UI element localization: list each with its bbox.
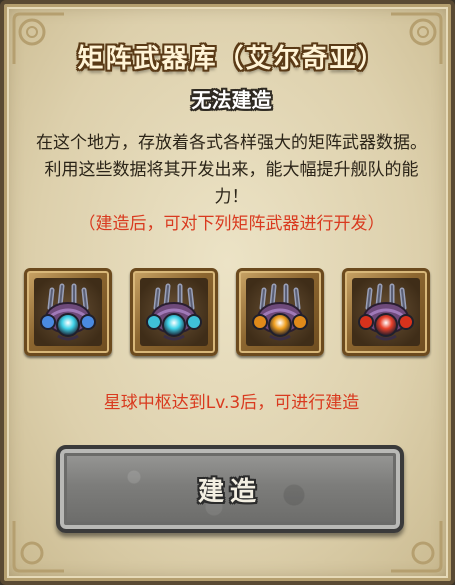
dialog-panel: 矩阵武器库（艾尔奇亚） 无法建造 在这个地方，存放着各式各样强大的矩阵武器数据。…: [0, 0, 455, 585]
matrix-weapon-icon: [40, 283, 96, 341]
build-status-label: 无法建造: [191, 88, 272, 112]
dialog-title: 矩阵武器库（艾尔奇亚）: [77, 44, 386, 74]
matrix-weapon-icon: [252, 283, 308, 341]
weapon-slot[interactable]: [130, 268, 218, 356]
build-button-label: 建造: [197, 476, 262, 507]
matrix-weapon-icon: [358, 283, 414, 341]
weapon-list: [24, 268, 439, 360]
weapon-slot[interactable]: [342, 268, 430, 356]
matrix-weapon-icon: [146, 283, 202, 341]
description-text: 在这个地方，存放着各式各样强大的矩阵武器数据。利用这些数据将其开发出来，能大幅提…: [36, 133, 427, 207]
build-requirement-text: 星球中枢达到Lv.3后，可进行建造: [103, 393, 360, 413]
development-note: （建造后，可对下列矩阵武器进行开发）: [78, 214, 385, 234]
build-button[interactable]: 建造: [56, 445, 404, 533]
weapon-slot[interactable]: [24, 268, 112, 356]
weapon-slot[interactable]: [236, 268, 324, 356]
